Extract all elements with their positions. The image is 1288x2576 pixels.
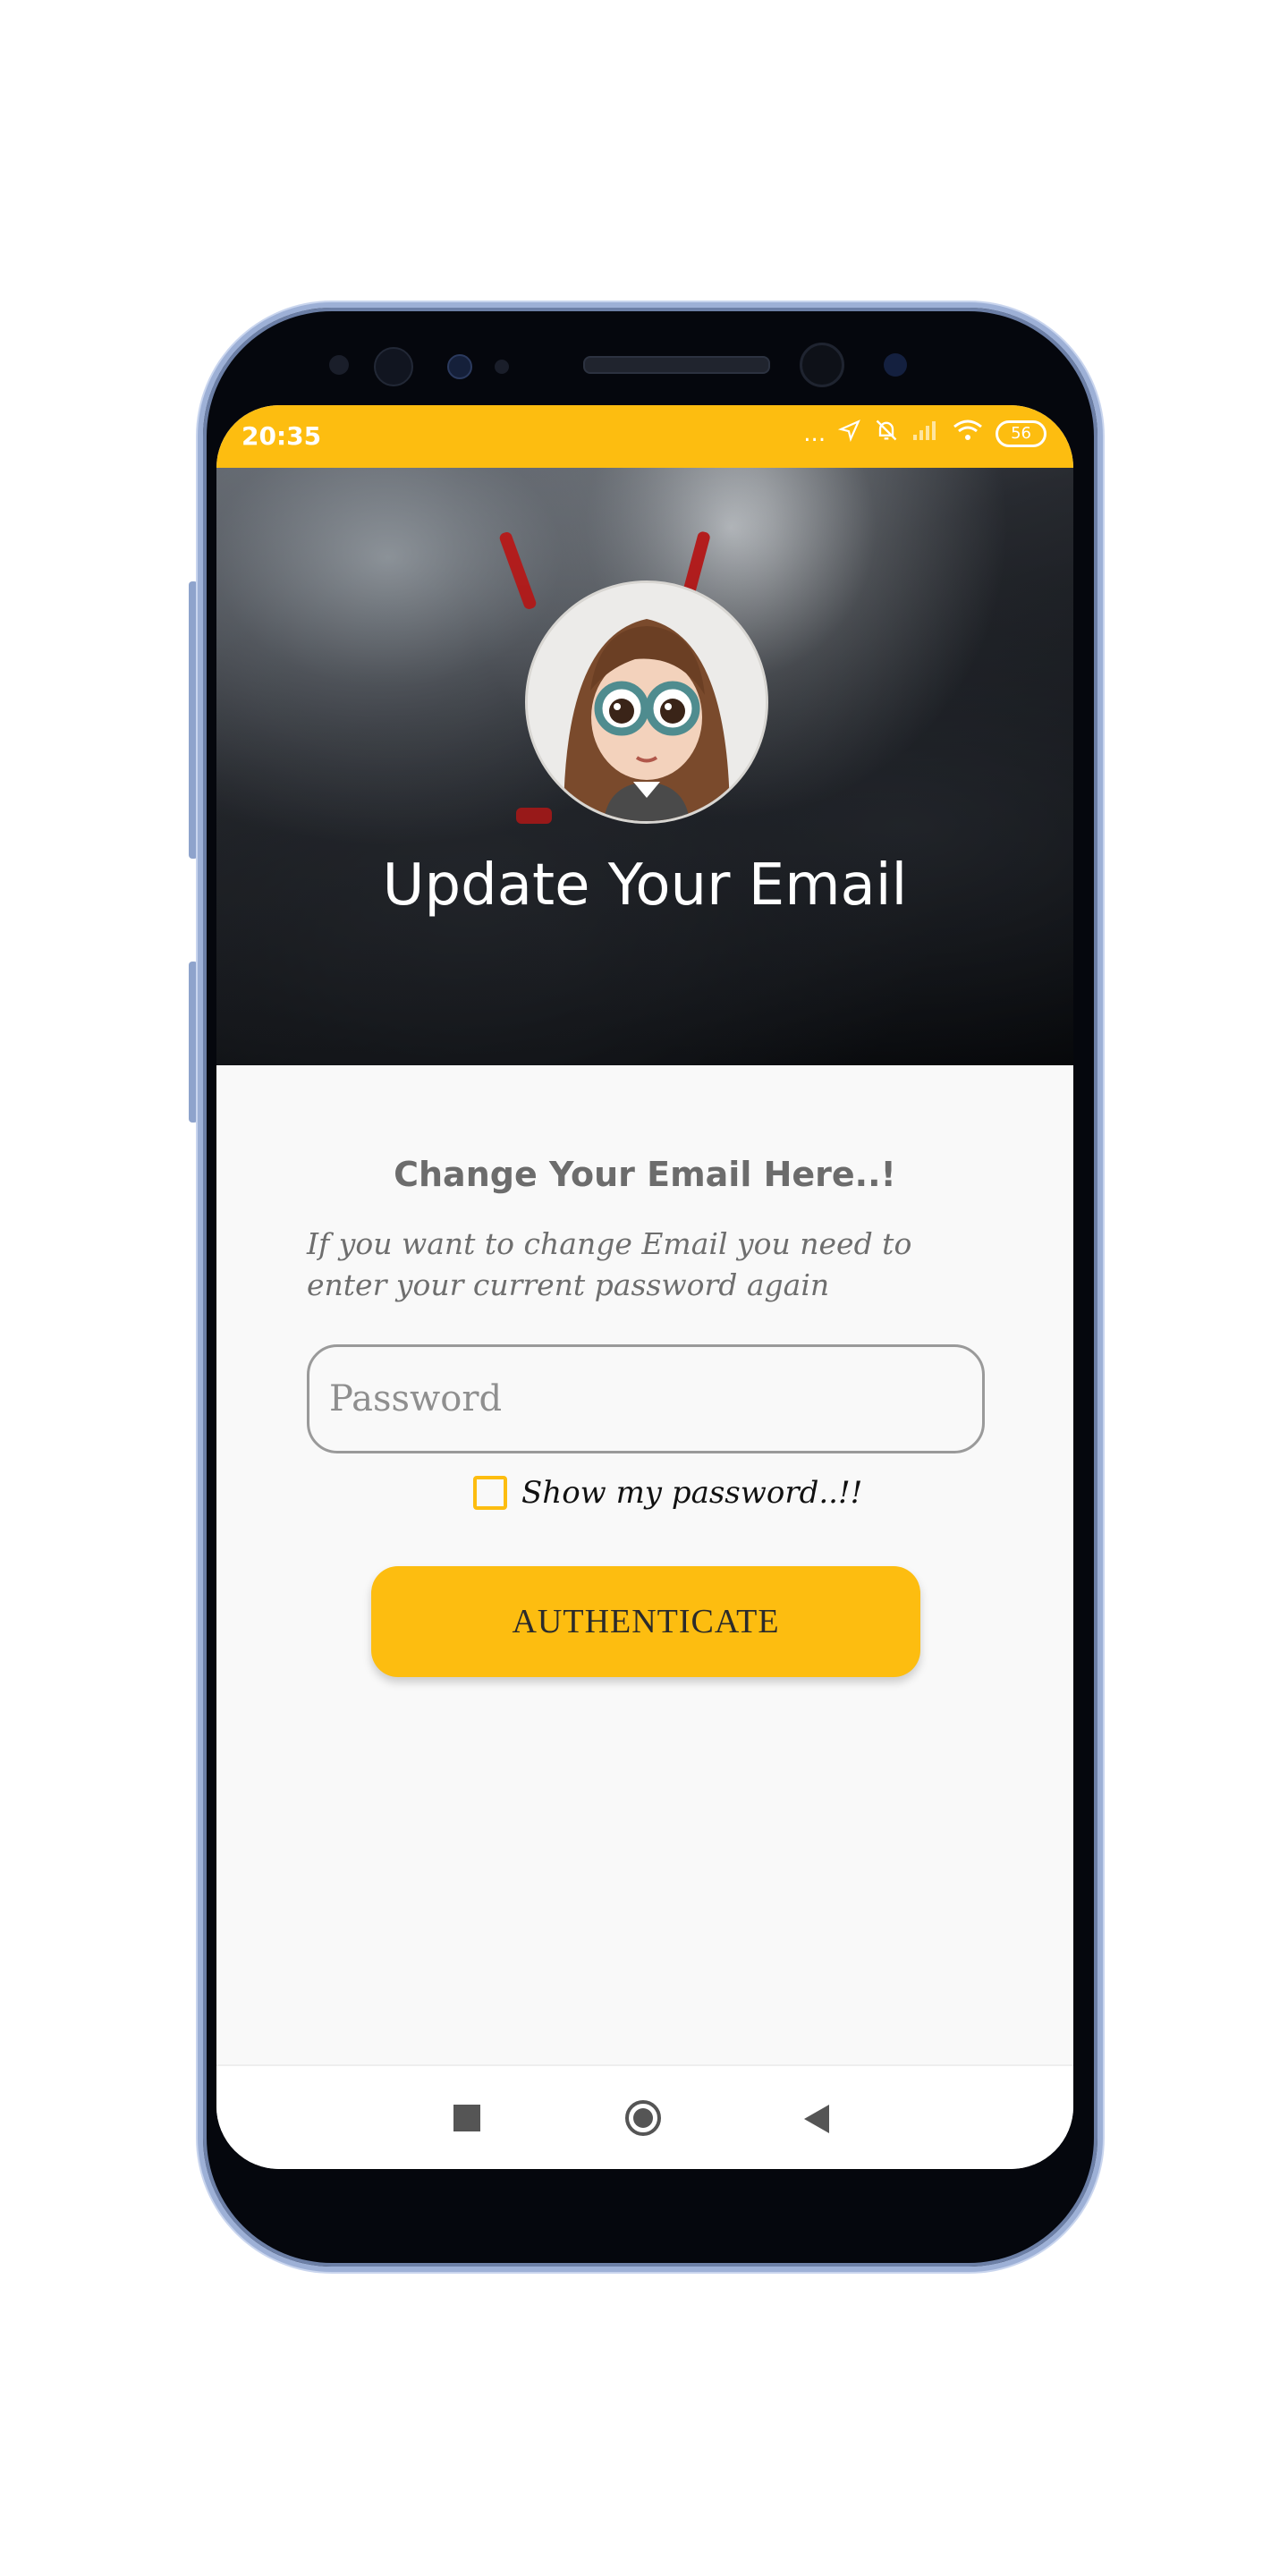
show-password-label[interactable]: Show my password..!!	[521, 1475, 862, 1511]
status-time: 20:35	[242, 421, 322, 451]
earpiece-speaker	[583, 356, 770, 374]
header-banner: Update Your Email	[216, 468, 1073, 1065]
front-camera	[800, 343, 844, 387]
status-bar: 20:35 ... 56	[216, 405, 1073, 468]
form-description: If you want to change Email you need to …	[307, 1226, 912, 1302]
phone-side-button	[189, 962, 198, 1123]
password-input[interactable]	[307, 1344, 985, 1453]
front-sensor	[329, 355, 349, 375]
status-icons: ... 56	[803, 418, 1046, 449]
wifi-icon	[953, 419, 983, 448]
page-title: Update Your Email	[382, 852, 908, 919]
phone-side-button	[189, 581, 198, 859]
front-sensor	[495, 360, 509, 374]
show-password-checkbox[interactable]	[473, 1476, 507, 1510]
recents-button[interactable]	[453, 2105, 480, 2131]
user-avatar[interactable]	[525, 580, 768, 824]
muted-bell-icon	[874, 418, 899, 449]
location-icon	[838, 419, 861, 448]
home-button[interactable]	[625, 2100, 661, 2136]
front-sensor	[447, 354, 472, 379]
form-section: Change Your Email Here..! If you want to…	[216, 1065, 1073, 2071]
form-subtitle: Change Your Email Here..!	[394, 1155, 896, 1194]
front-sensor	[374, 347, 413, 386]
show-password-row[interactable]: Show my password..!!	[473, 1475, 862, 1511]
back-button[interactable]	[804, 2105, 829, 2133]
authenticate-button[interactable]: AUTHENTICATE	[371, 1566, 920, 1677]
app-screen: 20:35 ... 56 Update Your Email Change Yo…	[216, 405, 1073, 2169]
front-sensor	[884, 353, 907, 377]
signal-icon	[911, 419, 940, 448]
battery-icon: 56	[996, 419, 1046, 447]
more-dots-icon: ...	[803, 419, 826, 447]
system-nav-bar	[216, 2064, 1073, 2169]
